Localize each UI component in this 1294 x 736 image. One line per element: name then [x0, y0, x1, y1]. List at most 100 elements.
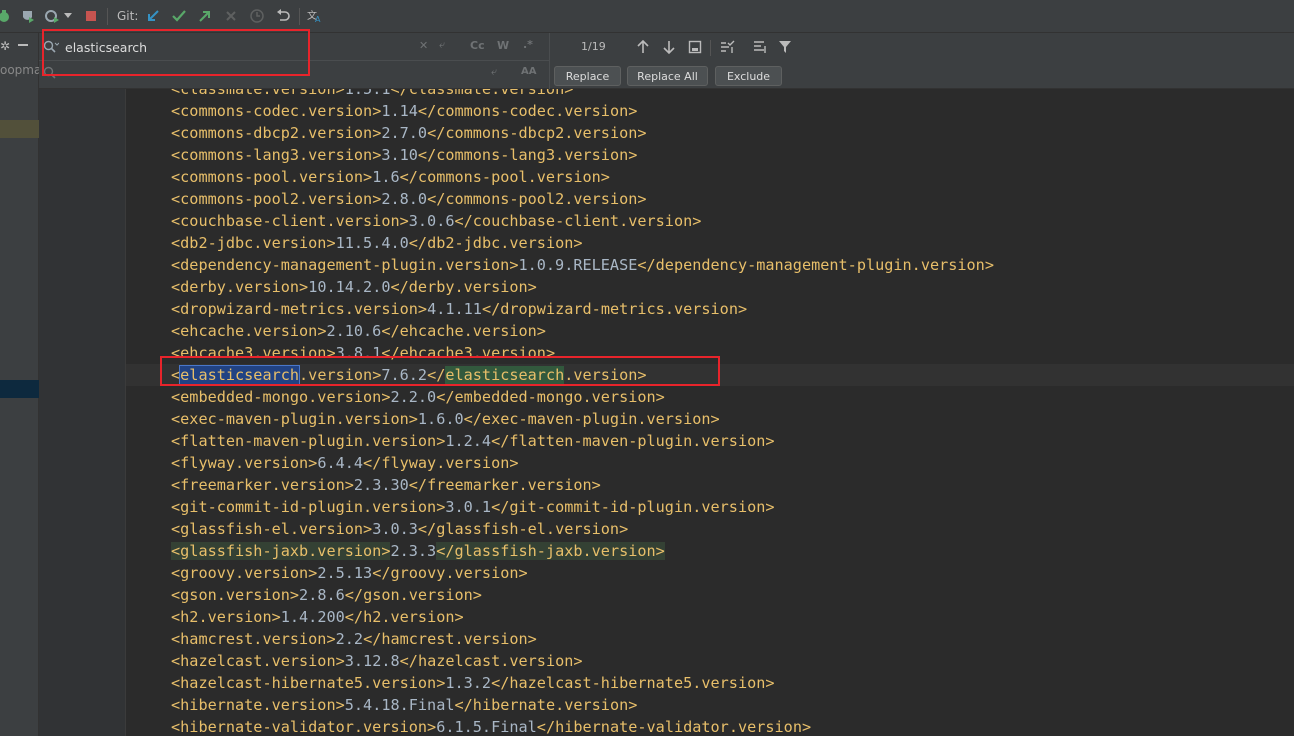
xml-element[interactable]: <exec-maven-plugin.version>1.6.0</exec-m…	[171, 408, 720, 430]
xml-element[interactable]: <flatten-maven-plugin.version>1.2.4</fla…	[171, 430, 775, 452]
xml-element[interactable]: <commons-lang3.version>3.10</commons-lan…	[171, 144, 637, 166]
xml-element[interactable]: <dropwizard-metrics.version>4.1.11</drop…	[171, 298, 747, 320]
closing-tag: </hamcrest.version>	[363, 630, 537, 648]
findbar-separator	[710, 40, 711, 56]
code-line: 42<classmate.version>1.5.1</classmate.ve…	[125, 89, 1294, 100]
xml-element[interactable]: <embedded-mongo.version>2.2.0</embedded-…	[171, 386, 665, 408]
whole-words-toggle[interactable]: W	[497, 39, 509, 52]
xml-element[interactable]: <derby.version>10.14.2.0</derby.version>	[171, 276, 537, 298]
run-dropdown-icon[interactable]	[63, 8, 73, 24]
git-compare-icon[interactable]	[223, 8, 239, 24]
code-line: 50<dependency-management-plugin.version>…	[125, 254, 1294, 276]
xml-value: 6.1.5.Final	[436, 718, 537, 736]
xml-element[interactable]: <dependency-management-plugin.version>1.…	[171, 254, 994, 276]
xml-element[interactable]: <classmate.version>1.5.1</classmate.vers…	[171, 89, 573, 100]
code-line: 63<glassfish-jaxb.version>2.3.3</glassfi…	[125, 540, 1294, 562]
closing-tag: </flatten-maven-plugin.version>	[491, 432, 775, 450]
git-history-icon[interactable]	[249, 8, 265, 24]
profile-icon[interactable]	[44, 8, 60, 24]
debug-icon[interactable]	[0, 8, 12, 24]
stop-icon[interactable]	[83, 8, 99, 24]
exclude-button[interactable]: Exclude	[715, 66, 782, 86]
xml-value: 10.14.2.0	[308, 278, 391, 296]
clear-search-icon[interactable]: ✕	[419, 39, 428, 52]
opening-tag: <dependency-management-plugin.version>	[171, 256, 519, 274]
indent-guide	[125, 89, 126, 736]
match-count: 1/19	[581, 40, 606, 53]
collapse-icon[interactable]	[18, 44, 28, 46]
coverage-icon[interactable]	[20, 8, 36, 24]
xml-element[interactable]: <db2-jdbc.version>11.5.4.0</db2-jdbc.ver…	[171, 232, 583, 254]
closing-tag: </groovy.version>	[372, 564, 528, 582]
xml-element[interactable]: <glassfish-jaxb.version>2.3.3</glassfish…	[171, 540, 665, 562]
new-line-icon[interactable]: ⤶	[439, 38, 445, 52]
code-lines: 42<classmate.version>1.5.1</classmate.ve…	[125, 89, 1294, 736]
xml-element[interactable]: <hazelcast.version>3.12.8</hazelcast.ver…	[171, 650, 583, 672]
closing-tag: </hibernate-validator.version>	[536, 718, 812, 736]
xml-value: 3.0.1	[445, 498, 492, 516]
xml-value: 11.5.4.0	[335, 234, 409, 252]
git-rollback-icon[interactable]	[275, 8, 291, 24]
opening-tag: <groovy.version>	[171, 564, 318, 582]
xml-element[interactable]: <hazelcast-hibernate5.version>1.3.2</haz…	[171, 672, 775, 694]
xml-value: 2.5.13	[317, 564, 373, 582]
xml-value: 2.8.6	[299, 586, 345, 604]
xml-element[interactable]: <ehcache.version>2.10.6</ehcache.version…	[171, 320, 546, 342]
opening-tag: <commons-lang3.version>	[171, 146, 382, 164]
closing-tag: </flyway.version>	[363, 454, 519, 472]
code-line: 52<dropwizard-metrics.version>4.1.11</dr…	[125, 298, 1294, 320]
regex-toggle[interactable]: .*	[523, 38, 533, 51]
xml-element[interactable]: <glassfish-el.version>3.0.3</glassfish-e…	[171, 518, 628, 540]
git-push-icon[interactable]	[197, 8, 213, 24]
code-line: 57<exec-maven-plugin.version>1.6.0</exec…	[125, 408, 1294, 430]
code-line: 62<glassfish-el.version>3.0.3</glassfish…	[125, 518, 1294, 540]
replace-new-line-icon[interactable]: ⤶	[491, 65, 497, 79]
closing-tag: </commons-codec.version>	[417, 102, 638, 120]
xml-element[interactable]: <h2.version>1.4.200</h2.version>	[171, 606, 464, 628]
gear-icon[interactable]: ✲	[0, 39, 10, 53]
select-all-occurrences-icon[interactable]	[687, 39, 703, 55]
filter-icon[interactable]	[777, 39, 793, 55]
xml-element[interactable]: <flyway.version>6.4.4</flyway.version>	[171, 452, 519, 474]
git-update-icon[interactable]	[145, 8, 161, 24]
xml-value: 3.0.6	[408, 212, 455, 230]
xml-element[interactable]: <freemarker.version>2.3.30</freemarker.v…	[171, 474, 601, 496]
opening-tag: <hibernate.version>	[171, 696, 345, 714]
code-line: 70<hibernate.version>5.4.18.Final</hiber…	[125, 694, 1294, 716]
code-line: 68<hazelcast.version>3.12.8</hazelcast.v…	[125, 650, 1294, 672]
opening-tag: <gson.version>	[171, 586, 300, 604]
previous-occurrence-icon[interactable]	[635, 39, 651, 55]
xml-element[interactable]: <groovy.version>2.5.13</groovy.version>	[171, 562, 528, 584]
replace-button[interactable]: Replace	[554, 66, 621, 86]
replace-all-button[interactable]: Replace All	[627, 66, 708, 86]
xml-element[interactable]: <git-commit-id-plugin.version>3.0.1</git…	[171, 496, 775, 518]
xml-element[interactable]: <commons-dbcp2.version>2.7.0</commons-db…	[171, 122, 647, 144]
xml-element[interactable]: <hibernate-validator.version>6.1.5.Final…	[171, 716, 811, 736]
in-selection-icon[interactable]	[720, 39, 736, 55]
closing-tag: </commons-dbcp2.version>	[427, 124, 647, 142]
xml-element[interactable]: <commons-codec.version>1.14</commons-cod…	[171, 100, 637, 122]
git-commit-icon[interactable]	[171, 8, 187, 24]
xml-element[interactable]: <commons-pool.version>1.6</commons-pool.…	[171, 166, 610, 188]
xml-element[interactable]: <couchbase-client.version>3.0.6</couchba…	[171, 210, 701, 232]
code-line: 59<flyway.version>6.4.4</flyway.version>	[125, 452, 1294, 474]
code-line: 56<embedded-mongo.version>2.2.0</embedde…	[125, 386, 1294, 408]
closing-tag: </glassfish-jaxb.version>	[436, 542, 665, 560]
svg-text:A: A	[315, 15, 321, 23]
xml-element[interactable]: <hibernate.version>5.4.18.Final</hiberna…	[171, 694, 637, 716]
opening-tag: <flatten-maven-plugin.version>	[171, 432, 446, 450]
opening-tag: <classmate.version>	[171, 89, 345, 98]
translate-icon[interactable]: 文A	[307, 8, 323, 24]
xml-element[interactable]: <gson.version>2.8.6</gson.version>	[171, 584, 482, 606]
xml-element[interactable]: <commons-pool2.version>2.8.0</commons-po…	[171, 188, 647, 210]
code-line: 71<hibernate-validator.version>6.1.5.Fin…	[125, 716, 1294, 736]
match-case-toggle[interactable]: Cc	[470, 39, 485, 52]
code-editor[interactable]: 42<classmate.version>1.5.1</classmate.ve…	[125, 89, 1294, 736]
filter-lines-icon[interactable]	[753, 39, 769, 55]
preserve-case-toggle[interactable]: AA	[521, 66, 536, 77]
next-occurrence-icon[interactable]	[661, 39, 677, 55]
opening-tag: <freemarker.version>	[171, 476, 354, 494]
xml-value: 2.3.3	[390, 542, 437, 560]
code-line: 53<ehcache.version>2.10.6</ehcache.versi…	[125, 320, 1294, 342]
xml-element[interactable]: <hamcrest.version>2.2</hamcrest.version>	[171, 628, 537, 650]
